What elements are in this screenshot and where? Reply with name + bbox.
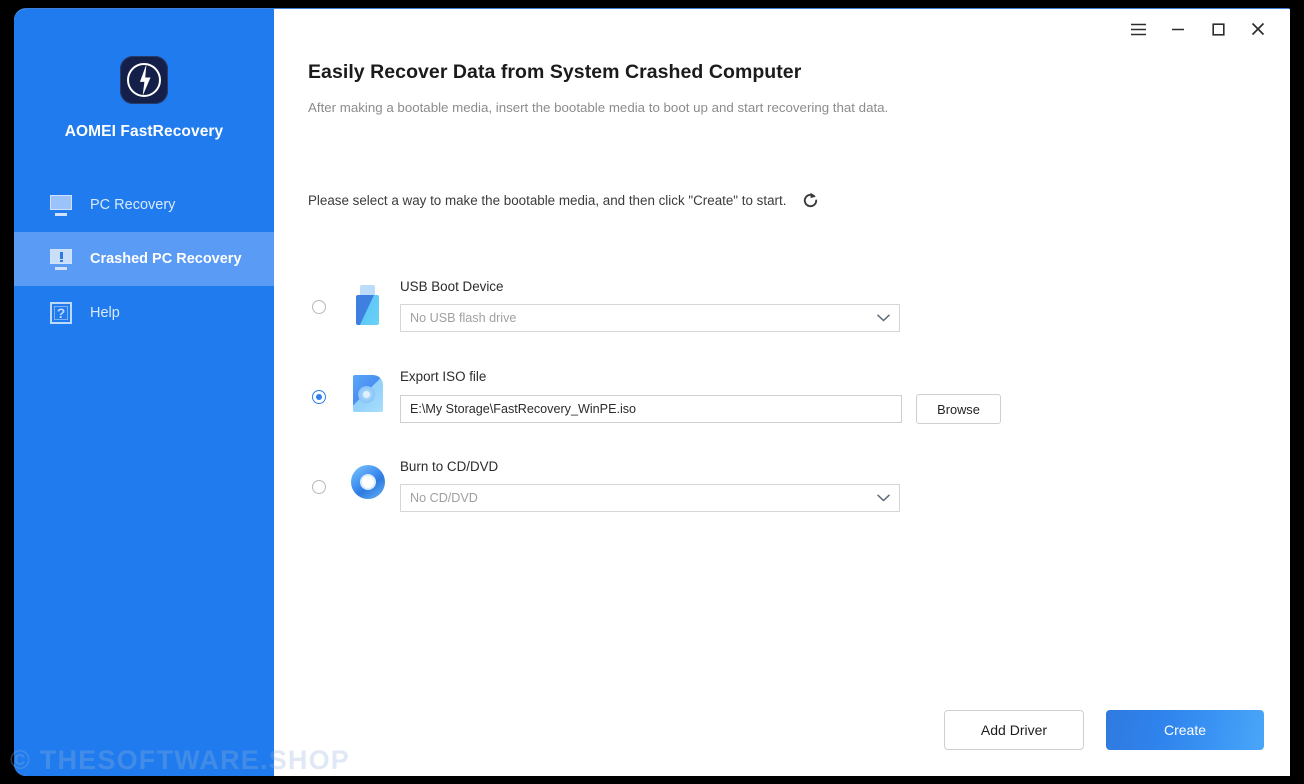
sidebar-item-pc-recovery[interactable]: PC Recovery xyxy=(14,178,274,232)
cd-dvd-disc-icon xyxy=(347,465,389,499)
page-subtitle: After making a bootable media, insert th… xyxy=(308,100,889,115)
monitor-icon xyxy=(50,194,72,216)
titlebar xyxy=(1118,9,1290,49)
sidebar-nav: PC Recovery Crashed PC Recovery ? Help xyxy=(14,178,274,340)
sidebar: AOMEI FastRecovery PC Recovery Crashed P… xyxy=(14,9,274,776)
radio-export-iso-file[interactable] xyxy=(312,390,326,404)
option-label: USB Boot Device xyxy=(400,279,504,294)
content-area: Easily Recover Data from System Crashed … xyxy=(274,9,1290,545)
option-burn-to-cd-dvd[interactable]: Burn to CD/DVD No CD/DVD xyxy=(308,455,1290,545)
cd-dvd-select[interactable]: No CD/DVD xyxy=(400,484,900,512)
sidebar-item-help[interactable]: ? Help xyxy=(14,286,274,340)
application-window: AOMEI FastRecovery PC Recovery Crashed P… xyxy=(14,8,1290,776)
option-fields: USB Boot Device No USB flash drive xyxy=(400,275,900,332)
field-row: E:\My Storage\FastRecovery_WinPE.iso Bro… xyxy=(400,394,1001,424)
create-button[interactable]: Create xyxy=(1106,710,1264,750)
add-driver-button[interactable]: Add Driver xyxy=(944,710,1084,750)
sidebar-item-label: Crashed PC Recovery xyxy=(90,251,242,267)
close-icon[interactable] xyxy=(1238,14,1278,44)
usb-flash-drive-icon xyxy=(347,285,389,325)
radio-usb-boot-device[interactable] xyxy=(312,300,326,314)
monitor-alert-icon xyxy=(50,248,72,270)
brand-name: AOMEI FastRecovery xyxy=(64,123,224,140)
option-label: Burn to CD/DVD xyxy=(400,459,499,474)
usb-drive-select[interactable]: No USB flash drive xyxy=(400,304,900,332)
iso-path-input[interactable]: E:\My Storage\FastRecovery_WinPE.iso xyxy=(400,395,902,423)
instruction-text: Please select a way to make the bootable… xyxy=(308,192,787,208)
question-mark-icon: ? xyxy=(50,302,72,324)
maximize-icon[interactable] xyxy=(1198,14,1238,44)
brand-block: AOMEI FastRecovery xyxy=(14,9,274,141)
option-export-iso-file[interactable]: Export ISO file E:\My Storage\FastRecove… xyxy=(308,365,1290,455)
instruction-row: Please select a way to make the bootable… xyxy=(308,189,1290,211)
lightning-bolt-logo-icon xyxy=(120,56,168,104)
iso-file-icon xyxy=(347,375,389,412)
chevron-down-icon xyxy=(877,314,890,322)
main-panel: Easily Recover Data from System Crashed … xyxy=(274,9,1290,776)
screenshot-root: AOMEI FastRecovery PC Recovery Crashed P… xyxy=(0,0,1304,784)
hamburger-menu-icon[interactable] xyxy=(1118,14,1158,44)
option-fields: Export ISO file E:\My Storage\FastRecove… xyxy=(400,365,1001,424)
sidebar-item-label: PC Recovery xyxy=(90,197,176,213)
refresh-icon[interactable] xyxy=(799,189,821,211)
option-usb-boot-device[interactable]: USB Boot Device No USB flash drive xyxy=(308,275,1290,365)
field-row: No USB flash drive xyxy=(400,304,900,332)
chevron-down-icon xyxy=(877,494,890,502)
minimize-icon[interactable] xyxy=(1158,14,1198,44)
option-label: Export ISO file xyxy=(400,369,487,384)
option-fields: Burn to CD/DVD No CD/DVD xyxy=(400,455,900,512)
page-title: Easily Recover Data from System Crashed … xyxy=(308,61,802,83)
cd-dvd-select-value: No CD/DVD xyxy=(410,491,478,505)
sidebar-item-label: Help xyxy=(90,305,120,321)
footer-actions: Add Driver Create xyxy=(944,710,1264,750)
browse-button[interactable]: Browse xyxy=(916,394,1001,424)
boot-media-options: USB Boot Device No USB flash drive Expor… xyxy=(308,275,1290,545)
sidebar-item-crashed-pc-recovery[interactable]: Crashed PC Recovery xyxy=(14,232,274,286)
field-row: No CD/DVD xyxy=(400,484,900,512)
radio-burn-to-cd-dvd[interactable] xyxy=(312,480,326,494)
usb-drive-select-value: No USB flash drive xyxy=(410,311,517,325)
